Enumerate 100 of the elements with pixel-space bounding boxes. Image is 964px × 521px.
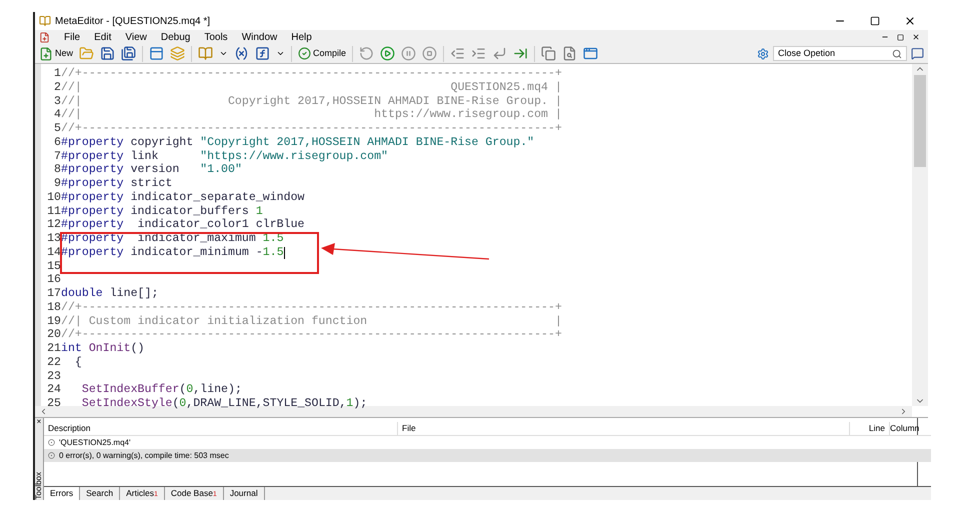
code-token: #property [61,219,124,231]
code-token: 1.5 [262,246,284,258]
code-token: #property [61,136,124,148]
code-token: //| QUESTION25.mq4 | [61,82,562,94]
menu-item[interactable]: Edit [94,30,112,44]
code-token: 1 [346,398,354,410]
save-icon[interactable] [100,46,116,61]
line-number: 6 [53,136,61,148]
line-number: 15 [46,260,61,272]
toolbox-label: Toolbox [35,472,43,500]
code-token: SetIndexBuffer [80,384,180,396]
indent-icon[interactable] [471,46,486,61]
menu-item[interactable]: Window [242,30,278,44]
code-token: line[]; [108,288,158,300]
code-token: ,line); [193,384,242,396]
code-token: "https://www.risegroup.com" [200,150,388,162]
document-icon [39,32,50,42]
line-number: 21 [46,343,61,355]
code-token: link [130,150,160,162]
menu-item[interactable]: File [64,30,80,44]
line-number: 18 [46,302,61,314]
panel-icon[interactable] [149,46,164,61]
line-number: 3 [53,96,61,108]
line-number: 2 [53,82,61,94]
vertical-scrollbar[interactable] [912,64,928,406]
close-icon[interactable] [904,15,916,27]
settings-icon[interactable] [757,48,769,60]
outdent-icon[interactable] [450,46,466,61]
column-header: Line [849,422,889,435]
message-icon[interactable] [911,47,924,60]
line-number: 5 [53,123,61,135]
code-token: //+--------------------------------------------------------------------+ [61,68,562,80]
new-file-icon [39,46,53,60]
return-icon[interactable] [492,46,508,61]
code-token: { [74,356,82,368]
code-token: strict [130,178,172,190]
save-all-icon[interactable] [121,46,136,61]
code-token: "Copyright 2017,HOSSEIN AHMADI BINE-Rise Group." [200,136,534,148]
toolbox-tab[interactable]: Errors [44,487,80,500]
menu-item[interactable]: Help [291,30,312,44]
line-number: 10 [46,192,61,204]
menu-item[interactable]: Debug [160,30,190,44]
restore-icon[interactable] [897,34,904,40]
line-number: 22 [46,356,61,368]
code-token: //+--------------------------------------------------------------------+ [61,123,562,135]
arrow-right-icon[interactable] [513,46,528,61]
window-icon[interactable] [583,46,598,61]
check-icon [298,47,312,60]
menu-item[interactable]: Tools [204,30,228,44]
code-token: //| Custom indicator initialization function | [61,316,562,328]
search-field[interactable]: Close Opetion [773,46,907,61]
line-number: 9 [53,178,61,190]
column-header: File [397,422,849,435]
variable-icon[interactable] [234,46,250,61]
line-number: 7 [53,150,61,162]
line-number: 25 [46,398,61,410]
copy-icon[interactable] [541,46,556,61]
function-icon[interactable] [255,46,270,61]
message-row[interactable]: 0 error(s), 0 warning(s), compile time: 503 msec [44,449,932,462]
code-token: indicator_minimum - [130,246,263,258]
scroll-left-icon[interactable] [39,407,48,416]
line-number: 24 [46,384,61,396]
code-token: //+--------------------------------------------------------------------+ [61,329,562,341]
code-token: //| https://www.risegroup.com | [61,109,562,121]
stop-icon[interactable] [422,46,438,61]
code-token: //| Copyright 2017,HOSSEIN AHMADI BINE-Rise Group. | [61,96,562,108]
code-token: #property [61,192,124,204]
app-logo-icon [39,15,51,27]
close-icon[interactable] [912,33,920,41]
code-token: copyright [130,136,194,148]
compile-button[interactable]: Compile [298,46,346,60]
line-number: 14 [46,246,61,258]
code-token: #property [61,178,124,190]
code-token: int [61,343,82,355]
search-icon[interactable] [892,48,902,58]
code-token: ( [179,384,186,396]
scroll-right-icon[interactable] [899,407,908,416]
code-token: #property [61,246,124,258]
pause-icon[interactable] [401,46,416,61]
column-header: Description [47,422,92,435]
line-number: 1 [53,68,61,80]
code-token: ,DRAW_LINE,STYLE_SOLID, [186,398,346,410]
play-icon[interactable] [380,46,396,61]
close-button[interactable]: × [36,418,42,426]
code-token: indicator_buffers [130,206,250,218]
code-token: ); [353,398,368,410]
menu-item[interactable]: View [125,30,147,44]
message-text: 'QUESTION25.mq4' [59,436,131,448]
line-number: 19 [46,316,61,328]
file-search-icon[interactable] [562,46,578,61]
new-button[interactable]: New [39,46,74,60]
caret-icon[interactable] [276,49,286,58]
caret-icon[interactable] [219,49,228,58]
line-number: 8 [53,164,61,176]
scrollbar-thumb[interactable] [914,75,926,167]
book-icon[interactable] [198,46,214,61]
code-token: indicator_separate_window [130,192,305,204]
restart-icon[interactable] [359,46,374,61]
maximize-icon[interactable] [870,16,880,26]
code-token: SetIndexStyle [80,398,172,410]
